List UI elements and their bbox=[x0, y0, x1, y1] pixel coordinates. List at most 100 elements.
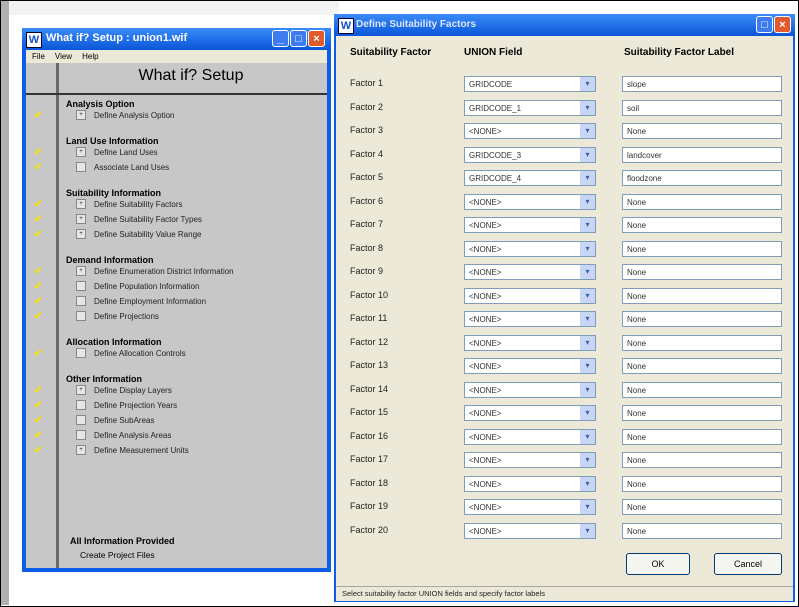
expand-box-icon[interactable] bbox=[76, 296, 86, 306]
setup-task-item[interactable]: Define Population Information bbox=[76, 281, 199, 294]
chevron-down-icon[interactable]: ▾ bbox=[580, 453, 595, 467]
union-field-select[interactable]: <NONE> ▾ bbox=[464, 428, 596, 445]
setup-task-item[interactable]: + Define Suitability Factors bbox=[76, 199, 182, 212]
setup-task-item[interactable]: Associate Land Uses bbox=[76, 162, 169, 175]
expand-box-icon[interactable] bbox=[76, 400, 86, 410]
ok-button[interactable]: OK bbox=[626, 553, 690, 575]
factor-label-input[interactable]: None bbox=[622, 522, 782, 539]
factor-label-input[interactable]: None bbox=[622, 381, 782, 398]
chevron-down-icon[interactable]: ▾ bbox=[580, 359, 595, 373]
chevron-down-icon[interactable]: ▾ bbox=[580, 265, 595, 279]
chevron-down-icon[interactable]: ▾ bbox=[580, 312, 595, 326]
chevron-down-icon[interactable]: ▾ bbox=[580, 382, 595, 397]
chevron-down-icon[interactable]: ▾ bbox=[580, 476, 595, 491]
union-field-select[interactable]: <NONE> ▾ bbox=[464, 381, 596, 398]
union-field-select[interactable]: <NONE> ▾ bbox=[464, 287, 596, 304]
union-field-select[interactable]: <NONE> ▾ bbox=[464, 123, 596, 139]
chevron-down-icon[interactable]: ▾ bbox=[580, 429, 595, 444]
close-icon[interactable]: × bbox=[308, 30, 325, 47]
chevron-down-icon[interactable]: ▾ bbox=[580, 241, 595, 256]
union-field-select[interactable]: <NONE> ▾ bbox=[464, 499, 596, 515]
setup-task-item[interactable]: + Define Display Layers bbox=[76, 385, 172, 398]
maximize-icon[interactable]: □ bbox=[756, 16, 773, 33]
setup-task-item[interactable]: Define Employment Information bbox=[76, 296, 206, 309]
menu-item[interactable]: File bbox=[32, 50, 45, 63]
factor-label-input[interactable]: None bbox=[622, 123, 782, 139]
union-field-select[interactable]: <NONE> ▾ bbox=[464, 358, 596, 374]
factor-label-input[interactable]: None bbox=[622, 452, 782, 468]
expand-box-icon[interactable] bbox=[76, 415, 86, 425]
close-icon[interactable]: × bbox=[774, 16, 791, 33]
factor-label-input[interactable]: None bbox=[622, 287, 782, 304]
setup-task-item[interactable]: Define Allocation Controls bbox=[76, 348, 186, 361]
chevron-down-icon[interactable]: ▾ bbox=[580, 77, 595, 91]
union-field-select[interactable]: <NONE> ▾ bbox=[464, 522, 596, 539]
factor-label-input[interactable]: None bbox=[622, 334, 782, 351]
setup-task-item[interactable]: Define Projections bbox=[76, 311, 159, 324]
setup-title-bar[interactable]: W What if? Setup : union1.wif _ □ × bbox=[22, 28, 331, 50]
dialog-title-bar[interactable]: W Define Suitability Factors □ × bbox=[334, 14, 795, 36]
union-field-select[interactable]: <NONE> ▾ bbox=[464, 264, 596, 280]
maximize-icon[interactable]: □ bbox=[290, 30, 307, 47]
union-field-select[interactable]: <NONE> ▾ bbox=[464, 193, 596, 210]
setup-task-item[interactable]: Define Analysis Areas bbox=[76, 430, 171, 443]
expand-box-icon[interactable]: + bbox=[76, 445, 86, 455]
minimize-icon[interactable]: _ bbox=[272, 30, 289, 47]
factor-label-input[interactable]: landcover bbox=[622, 146, 782, 163]
setup-task-item[interactable]: + Define Suitability Factor Types bbox=[76, 214, 202, 227]
chevron-down-icon[interactable]: ▾ bbox=[580, 523, 595, 538]
expand-box-icon[interactable] bbox=[76, 281, 86, 291]
factor-label-input[interactable]: None bbox=[622, 311, 782, 327]
factor-label-input[interactable]: None bbox=[622, 358, 782, 374]
factor-label-input[interactable]: None bbox=[622, 499, 782, 515]
factor-label-input[interactable]: None bbox=[622, 428, 782, 445]
cancel-button[interactable]: Cancel bbox=[714, 553, 782, 575]
factor-label-input[interactable]: soil bbox=[622, 99, 782, 116]
expand-box-icon[interactable] bbox=[76, 430, 86, 440]
setup-task-item[interactable]: Define SubAreas bbox=[76, 415, 154, 428]
union-field-select[interactable]: <NONE> ▾ bbox=[464, 475, 596, 492]
create-project-files-link[interactable]: Create Project Files bbox=[80, 550, 155, 560]
union-field-select[interactable]: <NONE> ▾ bbox=[464, 240, 596, 257]
factor-label-input[interactable]: None bbox=[622, 240, 782, 257]
union-field-select[interactable]: <NONE> ▾ bbox=[464, 405, 596, 421]
chevron-down-icon[interactable]: ▾ bbox=[580, 218, 595, 232]
expand-box-icon[interactable] bbox=[76, 348, 86, 358]
chevron-down-icon[interactable]: ▾ bbox=[580, 335, 595, 350]
expand-box-icon[interactable] bbox=[76, 311, 86, 321]
chevron-down-icon[interactable]: ▾ bbox=[580, 500, 595, 514]
expand-box-icon[interactable]: + bbox=[76, 199, 86, 209]
menu-item[interactable]: Help bbox=[82, 50, 98, 63]
factor-label-input[interactable]: None bbox=[622, 475, 782, 492]
expand-box-icon[interactable]: + bbox=[76, 266, 86, 276]
chevron-down-icon[interactable]: ▾ bbox=[580, 194, 595, 209]
chevron-down-icon[interactable]: ▾ bbox=[580, 147, 595, 162]
union-field-select[interactable]: GRIDCODE_3 ▾ bbox=[464, 146, 596, 163]
chevron-down-icon[interactable]: ▾ bbox=[580, 406, 595, 420]
factor-label-input[interactable]: None bbox=[622, 193, 782, 210]
chevron-down-icon[interactable]: ▾ bbox=[580, 124, 595, 138]
chevron-down-icon[interactable]: ▾ bbox=[580, 171, 595, 185]
union-field-select[interactable]: GRIDCODE ▾ bbox=[464, 76, 596, 92]
setup-task-item[interactable]: + Define Enumeration District Information bbox=[76, 266, 234, 279]
expand-box-icon[interactable]: + bbox=[76, 385, 86, 395]
chevron-down-icon[interactable]: ▾ bbox=[580, 100, 595, 115]
expand-box-icon[interactable] bbox=[76, 162, 86, 172]
union-field-select[interactable]: <NONE> ▾ bbox=[464, 311, 596, 327]
expand-box-icon[interactable]: + bbox=[76, 147, 86, 157]
setup-task-item[interactable]: + Define Measurement Units bbox=[76, 445, 189, 458]
setup-task-item[interactable]: Define Projection Years bbox=[76, 400, 177, 413]
union-field-select[interactable]: <NONE> ▾ bbox=[464, 452, 596, 468]
setup-task-item[interactable]: + Define Suitability Value Range bbox=[76, 229, 201, 242]
factor-label-input[interactable]: None bbox=[622, 264, 782, 280]
factor-label-input[interactable]: None bbox=[622, 405, 782, 421]
factor-label-input[interactable]: None bbox=[622, 217, 782, 233]
union-field-select[interactable]: GRIDCODE_1 ▾ bbox=[464, 99, 596, 116]
factor-label-input[interactable]: slope bbox=[622, 76, 782, 92]
setup-task-item[interactable]: + Define Analysis Option bbox=[76, 110, 175, 123]
setup-task-item[interactable]: + Define Land Uses bbox=[76, 147, 158, 160]
expand-box-icon[interactable]: + bbox=[76, 229, 86, 239]
chevron-down-icon[interactable]: ▾ bbox=[580, 288, 595, 303]
factor-label-input[interactable]: floodzone bbox=[622, 170, 782, 186]
union-field-select[interactable]: <NONE> ▾ bbox=[464, 217, 596, 233]
